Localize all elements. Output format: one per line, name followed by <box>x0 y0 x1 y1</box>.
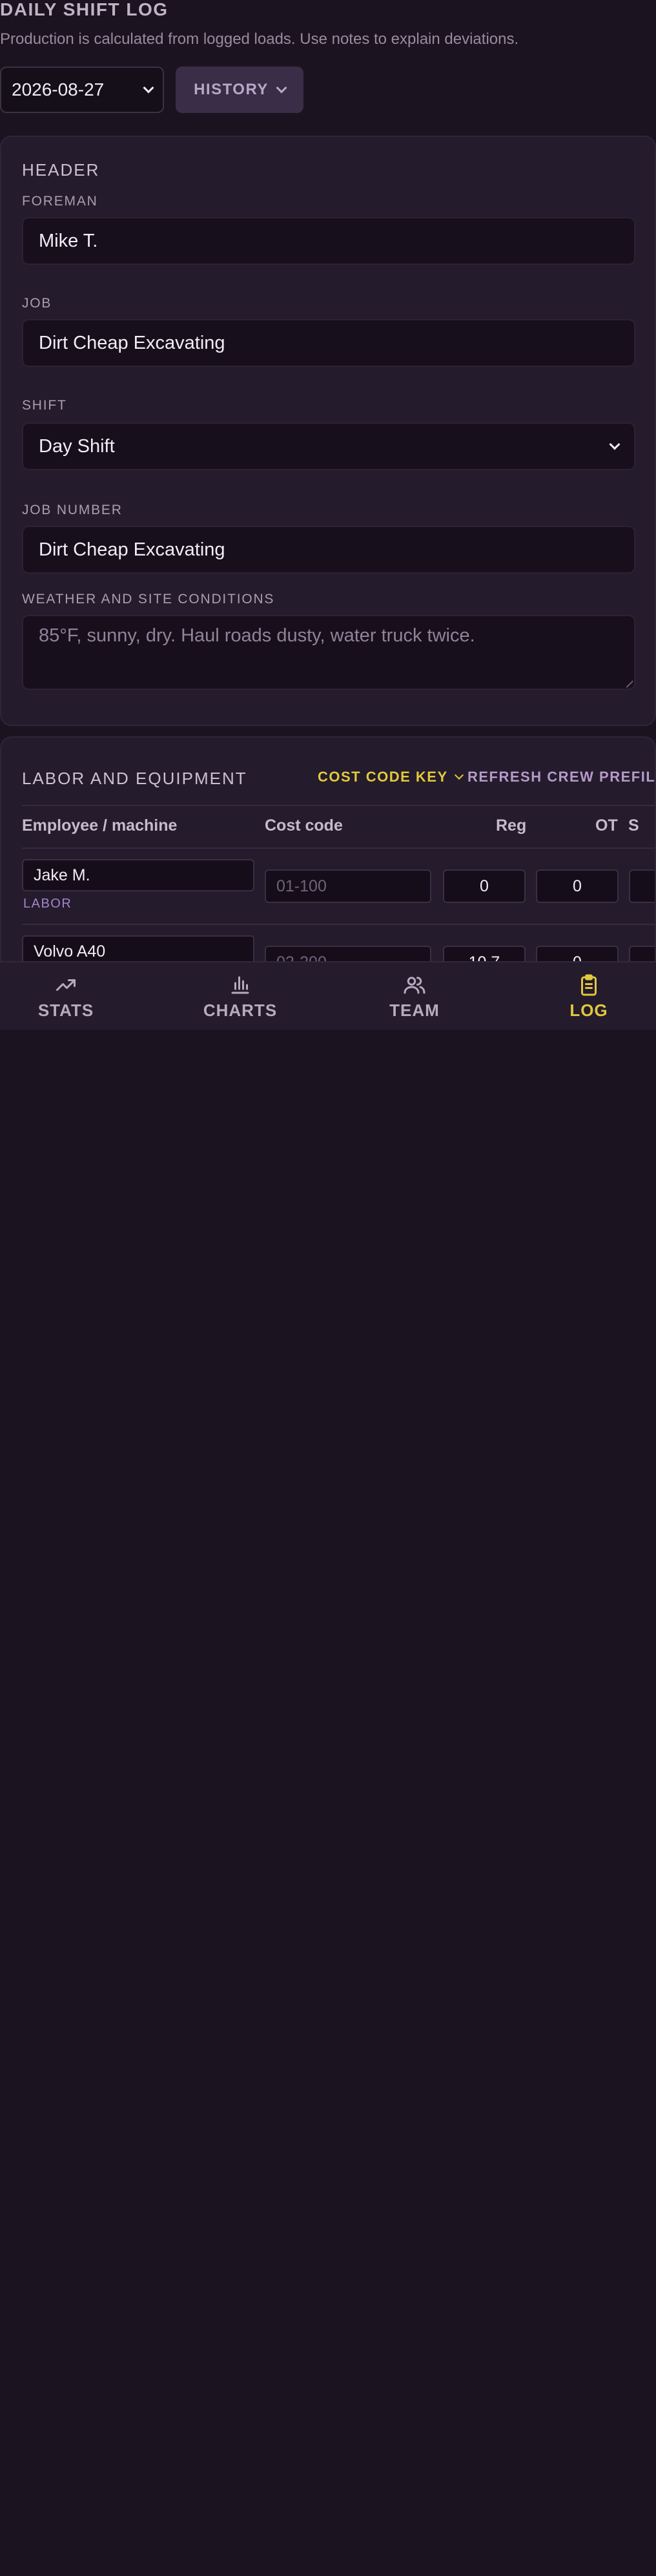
cost-code-placeholder: 01-100 <box>276 877 327 895</box>
reg-hours-input[interactable]: 0 <box>443 869 526 903</box>
labor-section-title: LABOR AND EQUIPMENT <box>22 769 247 788</box>
chevron-down-icon <box>143 82 154 94</box>
col-cost-code: Cost code <box>265 816 343 835</box>
chevron-down-icon <box>276 82 287 94</box>
col-ot: OT <box>595 816 618 835</box>
job-number-field[interactable]: Dirt Cheap Excavating <box>22 526 635 574</box>
nav-log[interactable]: LOG <box>537 962 641 1031</box>
employee-name: Jake M. <box>34 866 90 884</box>
labor-equipment-card: LABOR AND EQUIPMENT COST CODE KEY REFRES… <box>0 736 656 982</box>
col-reg: Reg <box>496 816 527 835</box>
header-card: HEADER FOREMAN Mike T. JOB Dirt Cheap Ex… <box>0 136 656 726</box>
shift-select[interactable]: Day Shift <box>22 422 635 470</box>
col-st: S <box>628 816 639 835</box>
clipboard-icon <box>581 974 597 995</box>
trending-up-icon <box>56 979 76 991</box>
chevron-down-icon <box>609 439 620 450</box>
employee-input[interactable]: Jake M. <box>22 859 254 891</box>
conditions-placeholder: 85°F, sunny, dry. Haul roads dusty, wate… <box>39 625 475 646</box>
bottom-nav: STATS CHARTS TEAM LOG <box>0 961 656 1030</box>
divider <box>22 847 655 849</box>
nav-team[interactable]: TEAM <box>363 962 466 1031</box>
job-field[interactable]: Dirt Cheap Excavating <box>22 319 635 367</box>
resize-grip-icon[interactable] <box>620 675 633 688</box>
nav-charts[interactable]: CHARTS <box>189 962 292 1031</box>
col-employee: Employee / machine <box>22 816 178 835</box>
history-button[interactable]: HISTORY <box>176 67 303 113</box>
job-number-value: Dirt Cheap Excavating <box>39 539 225 560</box>
page-title: DAILY SHIFT LOG <box>0 0 169 19</box>
nav-team-label: TEAM <box>389 1000 440 1020</box>
chevron-down-icon <box>454 770 464 780</box>
ot-hours-input[interactable]: 0 <box>536 869 619 903</box>
shift-label: SHIFT <box>22 398 67 413</box>
reg-hours-value: 0 <box>480 877 489 895</box>
employee-type-label: LABOR <box>23 897 72 911</box>
st-hours-input[interactable] <box>629 869 655 903</box>
conditions-textarea[interactable]: 85°F, sunny, dry. Haul roads dusty, wate… <box>22 615 635 690</box>
divider <box>22 924 655 925</box>
job-value: Dirt Cheap Excavating <box>39 332 225 353</box>
job-number-label: JOB NUMBER <box>22 503 123 517</box>
conditions-label: WEATHER AND SITE CONDITIONS <box>22 592 275 607</box>
nav-stats-label: STATS <box>37 1000 94 1020</box>
date-select[interactable]: 2026-08-27 <box>0 67 164 113</box>
nav-stats[interactable]: STATS <box>14 962 118 1031</box>
foreman-field[interactable]: Mike T. <box>22 217 635 265</box>
job-label: JOB <box>22 296 52 311</box>
page-subtitle: Production is calculated from logged loa… <box>0 30 519 48</box>
ot-hours-value: 0 <box>573 877 582 895</box>
date-select-value: 2026-08-27 <box>12 79 105 99</box>
foreman-label: FOREMAN <box>22 194 98 209</box>
nav-charts-label: CHARTS <box>203 1000 278 1020</box>
employee-name: Volvo A40 <box>34 942 106 961</box>
users-icon <box>404 976 425 993</box>
refresh-crew-prefill-button[interactable]: REFRESH CREW PREFILL <box>467 769 656 785</box>
history-button-label: HISTORY <box>194 81 269 98</box>
cost-code-key-button[interactable]: COST CODE KEY <box>318 769 464 785</box>
cost-code-input[interactable]: 01-100 <box>265 869 431 903</box>
nav-log-label: LOG <box>569 1000 608 1020</box>
bar-chart-icon <box>231 976 249 993</box>
refresh-crew-prefill-label: REFRESH CREW PREFILL <box>467 769 656 785</box>
divider <box>22 805 655 806</box>
shift-value: Day Shift <box>39 435 115 457</box>
cost-code-key-label: COST CODE KEY <box>318 769 448 785</box>
header-section-title: HEADER <box>22 160 100 180</box>
foreman-value: Mike T. <box>39 230 98 251</box>
